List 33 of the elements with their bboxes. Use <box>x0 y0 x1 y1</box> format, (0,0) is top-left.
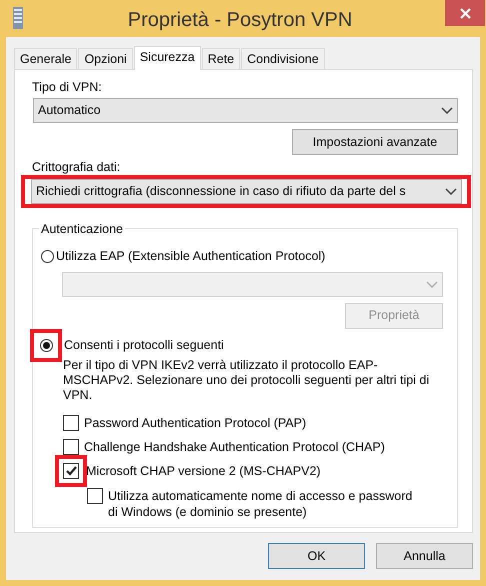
checkbox-label[interactable]: Utilizza automaticamente nome di accesso e password di Windows (e dominio se presente) <box>108 488 418 520</box>
dropdown[interactable]: Richiedi crittografia (disconnessione in caso di rifiuto da parte del s <box>31 179 462 204</box>
dialog-button[interactable]: OK <box>268 543 365 569</box>
window-title: Proprietà - Posytron VPN <box>126 8 354 32</box>
tab[interactable]: Rete <box>202 48 240 69</box>
tab[interactable]: Sicurezza <box>134 46 201 70</box>
radio-button[interactable] <box>41 250 54 263</box>
dropdown[interactable]: Automatico <box>33 98 458 123</box>
advanced-settings-button[interactable]: Impostazioni avanzate <box>292 129 458 155</box>
checkbox[interactable] <box>63 462 79 479</box>
checkmark-icon <box>66 466 76 476</box>
field-label: Crittografia dati: <box>32 159 122 175</box>
tab[interactable]: Generale <box>14 48 78 69</box>
app-icon <box>13 7 23 29</box>
chevron-icon <box>426 280 438 288</box>
tab[interactable]: Condivisione <box>241 48 325 69</box>
checkbox-label[interactable]: Challenge Handshake Authentication Protocol (CHAP) <box>84 438 385 455</box>
field-label: Tipo di VPN: <box>32 79 103 95</box>
chevron-icon <box>441 107 453 114</box>
checkbox-label[interactable]: Password Authentication Protocol (PAP) <box>84 414 306 431</box>
checkbox[interactable] <box>63 438 79 455</box>
checkbox[interactable] <box>87 488 103 504</box>
close-button[interactable] <box>445 0 485 26</box>
option-label[interactable]: Consenti i protocolli seguenti <box>64 336 224 355</box>
checkbox[interactable] <box>63 414 79 431</box>
description-text: Per il tipo di VPN IKEv2 verrà utilizzato il protocollo EAP-MSCHAPv2. Selezionare uno dei protocolli seguenti per altri tipi di VPN. <box>63 358 430 403</box>
close-icon <box>460 8 470 20</box>
radio-button[interactable] <box>40 338 53 352</box>
option-label[interactable]: Utilizza EAP (Extensible Authentication Protocol) <box>56 247 326 266</box>
checkbox-label[interactable]: Microsoft CHAP versione 2 (MS-CHAPV2) <box>86 462 321 479</box>
chevron-icon <box>445 188 457 195</box>
dialog-button[interactable]: Annulla <box>376 543 473 569</box>
tab[interactable]: Opzioni <box>78 48 133 69</box>
